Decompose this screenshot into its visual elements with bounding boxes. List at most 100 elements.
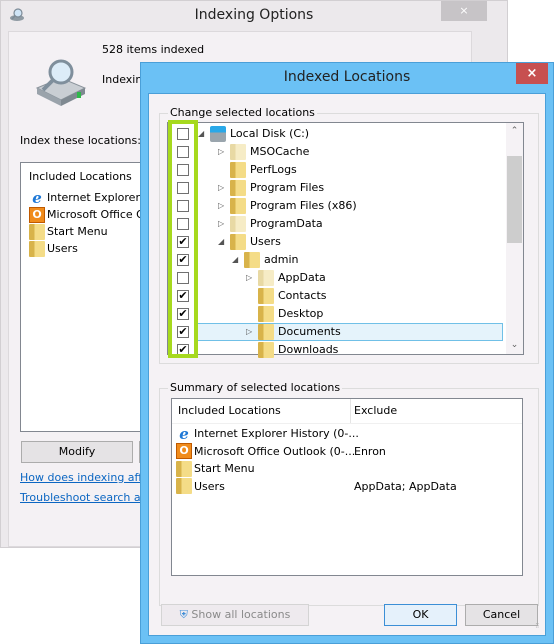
- tree-item[interactable]: ▷ MSOCache: [168, 143, 503, 161]
- tree-item-checkbox[interactable]: ✔: [177, 236, 189, 248]
- tree-item[interactable]: ▷ ProgramData: [168, 215, 503, 233]
- index-locations-label: Index these locations:: [20, 134, 141, 147]
- summary-row[interactable]: e Internet Explorer History (0-...: [176, 425, 359, 442]
- tree-item[interactable]: ▷ AppData: [168, 269, 503, 287]
- tree-item[interactable]: ✔ Downloads: [168, 341, 503, 359]
- tree-item-checkbox[interactable]: [177, 164, 189, 176]
- tree-item[interactable]: ✔ ▷ Documents: [168, 323, 503, 341]
- tree-item-label: Downloads: [278, 343, 339, 356]
- tree-item-label: Desktop: [278, 307, 324, 320]
- summary-row[interactable]: O Microsoft Office Outlook (0-...: [176, 443, 355, 460]
- summary-list[interactable]: Included Locations Exclude e Internet Exp…: [171, 398, 523, 576]
- header-divider: [172, 423, 522, 424]
- cancel-button[interactable]: Cancel: [465, 604, 538, 626]
- collapse-arrow-icon[interactable]: ◢: [218, 236, 228, 248]
- scroll-thumb[interactable]: [507, 156, 522, 243]
- folder-icon: [230, 198, 246, 214]
- tree-item-checkbox[interactable]: [177, 146, 189, 158]
- tree-item-checkbox[interactable]: [177, 182, 189, 194]
- summary-row[interactable]: Users: [176, 478, 225, 495]
- drive-search-icon: [35, 59, 87, 106]
- change-locations-label: Change selected locations: [168, 106, 317, 119]
- close-icon: ×: [459, 4, 469, 17]
- column-separator[interactable]: [350, 399, 351, 423]
- expand-arrow-icon[interactable]: ▷: [246, 272, 256, 284]
- how-indexing-link[interactable]: How does indexing affect: [20, 471, 159, 484]
- included-location-label: Start Menu: [194, 462, 255, 475]
- show-all-label: Show all locations: [191, 608, 291, 621]
- collapse-arrow-icon[interactable]: ◢: [198, 128, 208, 140]
- tree-item-checkbox[interactable]: ✔: [177, 326, 189, 338]
- tree-item[interactable]: PerfLogs: [168, 161, 503, 179]
- resize-grip[interactable]: ⠿: [535, 624, 543, 633]
- expand-arrow-icon[interactable]: ▷: [218, 200, 228, 212]
- documents-folder-icon: [258, 324, 274, 340]
- tree-item-checkbox[interactable]: [177, 200, 189, 212]
- folder-icon: [29, 223, 45, 240]
- collapse-arrow-icon[interactable]: ◢: [232, 254, 242, 266]
- expand-arrow-icon[interactable]: ▷: [246, 326, 256, 338]
- modify-button[interactable]: Modify: [21, 441, 133, 463]
- tree-item-label: MSOCache: [250, 145, 310, 158]
- summary-row[interactable]: Start Menu: [176, 460, 255, 477]
- included-locations-header: Included Locations: [29, 170, 132, 183]
- tree-item[interactable]: ◢ Local Disk (C:): [168, 125, 503, 143]
- expand-arrow-icon[interactable]: ▷: [218, 146, 228, 158]
- list-item-label: Users: [47, 242, 78, 255]
- tree-item-checkbox[interactable]: ✔: [177, 344, 189, 356]
- tree-item-checkbox[interactable]: [177, 218, 189, 230]
- downloads-folder-icon: [258, 342, 274, 358]
- folder-pale-icon: [230, 216, 246, 232]
- folder-icon: [230, 180, 246, 196]
- close-button[interactable]: ×: [516, 63, 548, 84]
- expand-arrow-icon[interactable]: ▷: [218, 218, 228, 230]
- exclude-value: AppData; AppData: [354, 479, 457, 493]
- folder-icon: [176, 460, 192, 477]
- close-button[interactable]: ×: [441, 1, 487, 21]
- list-item[interactable]: Users: [29, 240, 78, 257]
- folder-tree[interactable]: ◢ Local Disk (C:) ▷ MSOCache PerfLogs ▷ Progra…: [167, 122, 524, 358]
- scroll-down-arrow[interactable]: ⌄: [506, 337, 523, 354]
- tree-item-checkbox[interactable]: ✔: [177, 308, 189, 320]
- tree-item-label: Documents: [278, 325, 341, 338]
- tree-item-checkbox[interactable]: [177, 128, 189, 140]
- tree-item[interactable]: ✔ Contacts: [168, 287, 503, 305]
- tree-item-label: Program Files: [250, 181, 325, 194]
- tree-item[interactable]: ▷ Program Files: [168, 179, 503, 197]
- desktop-folder-icon: [258, 306, 274, 322]
- tree-item-label: PerfLogs: [250, 163, 297, 176]
- close-icon: ×: [526, 66, 538, 81]
- included-locations-column-header[interactable]: Included Locations: [178, 399, 281, 423]
- list-item-label: Start Menu: [47, 225, 108, 238]
- outlook-icon: O: [176, 443, 192, 459]
- disk-icon: [210, 126, 226, 142]
- summary-label: Summary of selected locations: [168, 381, 343, 394]
- folder-icon: [244, 252, 260, 268]
- tree-scrollbar[interactable]: ⌃ ⌄: [506, 123, 523, 354]
- folder-pale-icon: [230, 144, 246, 160]
- tree-item-checkbox[interactable]: [177, 272, 189, 284]
- exclude-column-header[interactable]: Exclude: [354, 399, 397, 423]
- tree-item-checkbox[interactable]: ✔: [177, 254, 189, 266]
- exclude-value: Enron: [354, 444, 386, 458]
- folder-icon: [176, 478, 192, 494]
- tree-item-checkbox[interactable]: ✔: [177, 290, 189, 302]
- list-item[interactable]: Start Menu: [29, 223, 108, 240]
- tree-item-label: Users: [250, 235, 281, 248]
- tree-item[interactable]: ▷ Program Files (x86): [168, 197, 503, 215]
- tree-item[interactable]: ✔ ◢ admin: [168, 251, 503, 269]
- tree-item-label: Contacts: [278, 289, 327, 302]
- included-location-label: Microsoft Office Outlook (0-...: [194, 444, 356, 458]
- troubleshoot-link[interactable]: Troubleshoot search and: [20, 491, 155, 504]
- expand-arrow-icon[interactable]: ▷: [218, 182, 228, 194]
- folder-pale-icon: [258, 270, 274, 286]
- contacts-folder-icon: [258, 288, 274, 304]
- selection-highlight: [194, 323, 503, 341]
- tree-item[interactable]: ✔ Desktop: [168, 305, 503, 323]
- ok-button[interactable]: OK: [384, 604, 457, 626]
- scroll-up-arrow[interactable]: ⌃: [506, 123, 523, 140]
- ie-icon: e: [179, 424, 189, 443]
- tree-item-label: Program Files (x86): [250, 199, 357, 212]
- tree-item[interactable]: ✔ ◢ Users: [168, 233, 503, 251]
- show-all-locations-button[interactable]: ⛨ Show all locations: [161, 604, 309, 626]
